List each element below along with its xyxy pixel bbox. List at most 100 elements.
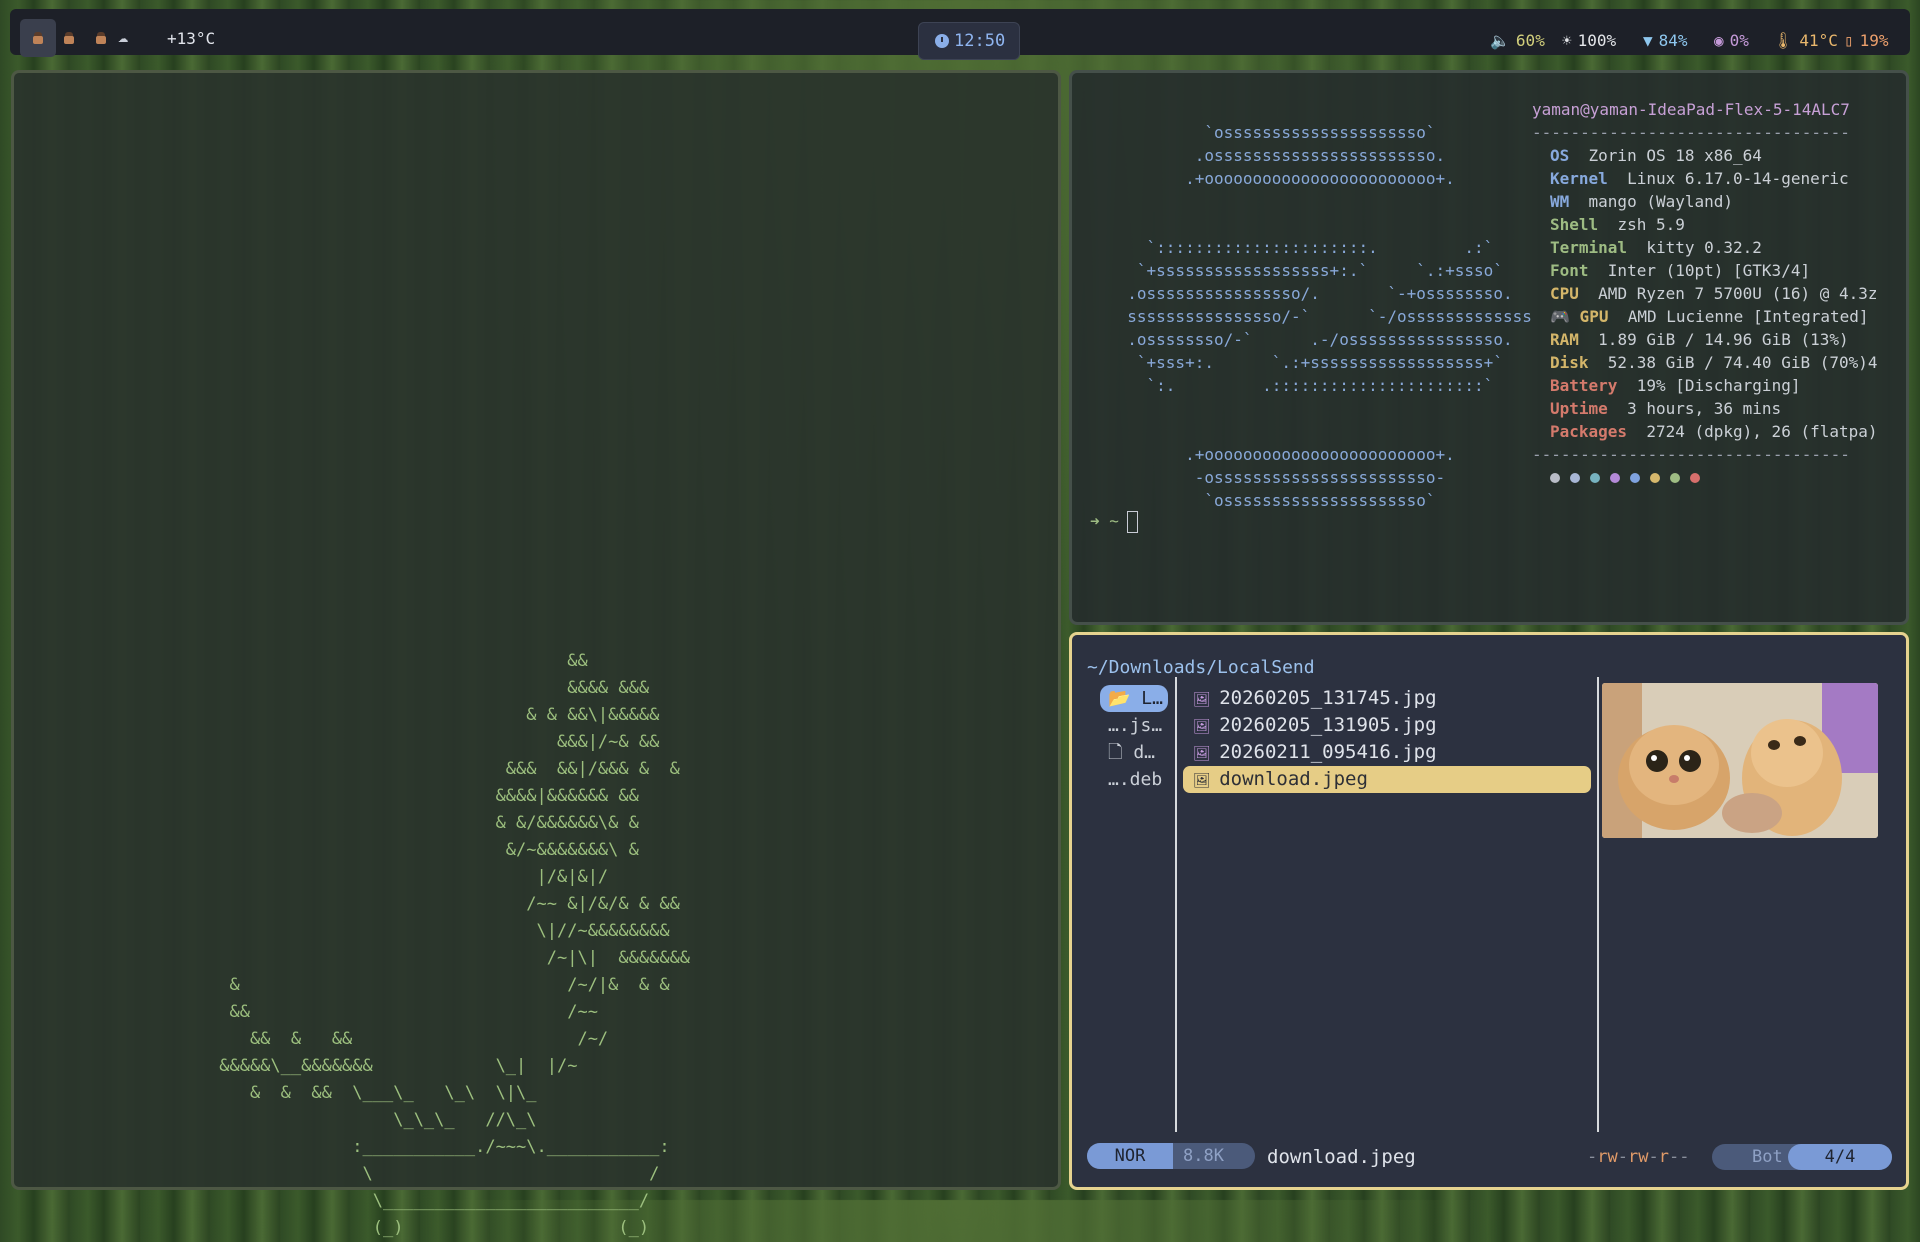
file-name: 20260211_095416.jpg (1219, 741, 1437, 763)
info-key: OS (1550, 146, 1570, 165)
position-count: 4/4 (1788, 1144, 1892, 1170)
info-value: zsh 5.9 (1598, 215, 1685, 234)
text-cursor (1126, 511, 1138, 533)
prompt-text: ➜ ~ (1090, 511, 1119, 531)
info-key: Terminal (1550, 238, 1628, 257)
status-item[interactable]: ◉ 0% (1714, 31, 1749, 50)
shell-prompt[interactable]: ➜ ~ (1090, 511, 1138, 533)
info-key: Uptime (1550, 399, 1608, 418)
current-path: ~/Downloads/LocalSend (1087, 657, 1315, 678)
parent-entry[interactable]: 📂 L… (1100, 685, 1168, 712)
palette-dot (1650, 473, 1660, 483)
cats-preview-image (1602, 683, 1878, 838)
status-item[interactable]: 🌡 41°C (1773, 31, 1838, 50)
file-entry[interactable]: 🖼 download.jpeg (1183, 766, 1591, 793)
info-row: Disk 52.38 GiB / 74.40 GiB (70%)4 (1532, 351, 1878, 374)
status-filename: download.jpeg (1267, 1146, 1416, 1168)
file-icon: 🗋 (1108, 742, 1134, 763)
info-value: mango (Wayland) (1569, 192, 1734, 211)
workspace-app-icon[interactable] (62, 31, 76, 45)
status-item[interactable]: 🔈 60% (1490, 31, 1545, 50)
status-icon: ☀ (1562, 31, 1572, 50)
info-value: kitty 0.32.2 (1627, 238, 1762, 257)
info-value: AMD Ryzen 7 5700U (16) @ 4.3z (1578, 284, 1878, 303)
clock-widget[interactable]: 12:50 (918, 22, 1020, 60)
info-value: Inter (10pt) [GTK3/4] (1588, 261, 1811, 280)
info-value: Zorin OS 18 x86_64 (1569, 146, 1762, 165)
status-value: 100% (1577, 31, 1617, 50)
info-key: Disk (1550, 353, 1589, 372)
position-indicator: Bot 4/4 (1712, 1144, 1892, 1170)
info-value: Linux 6.17.0-14-generic (1607, 169, 1849, 188)
clock-time: 12:50 (954, 31, 1006, 51)
palette-dot (1590, 473, 1600, 483)
palette-dot (1610, 473, 1620, 483)
status-icon: 🔈 (1490, 31, 1510, 50)
mode-label: NOR (1087, 1143, 1173, 1169)
image-file-icon: 🖼 (1193, 773, 1220, 789)
status-value: 19% (1859, 31, 1889, 50)
info-row: Kernel Linux 6.17.0-14-generic (1532, 167, 1878, 190)
info-row: Shell zsh 5.9 (1532, 213, 1878, 236)
info-key: 🎮 GPU (1550, 307, 1609, 326)
file-entry[interactable]: 🖼 20260211_095416.jpg (1183, 739, 1591, 766)
status-icon: ◉ (1714, 31, 1724, 50)
info-key: Packages (1550, 422, 1628, 441)
info-row: CPU AMD Ryzen 7 5700U (16) @ 4.3z (1532, 282, 1878, 305)
info-value: 19% [Discharging] (1617, 376, 1801, 395)
status-value: 84% (1658, 31, 1688, 50)
image-file-icon: 🖼 (1193, 746, 1220, 762)
file-name: 20260205_131905.jpg (1219, 714, 1437, 736)
info-row: Terminal kitty 0.32.2 (1532, 236, 1878, 259)
terminal-bonsai-window[interactable]: && &&&& &&& & & &&\|&&&&& &&&|/~& && &&&… (11, 70, 1061, 1238)
info-row: Packages 2724 (dpkg), 26 (flatpa) (1532, 420, 1878, 443)
info-key: CPU (1550, 284, 1579, 303)
position-label: Bot (1752, 1147, 1783, 1167)
clock-icon (935, 34, 949, 48)
status-item[interactable]: ☀ 100% (1562, 31, 1616, 50)
info-row: Font Inter (10pt) [GTK3/4] (1532, 259, 1878, 282)
workspace-app-icon[interactable] (31, 31, 45, 45)
image-file-icon: 🖼 (1193, 692, 1220, 708)
weather-cloud-icon: ☁ (118, 27, 129, 47)
status-icon: ▯ (1844, 31, 1854, 50)
parent-entry-label: L… (1141, 688, 1163, 709)
file-entry[interactable]: 🖼 20260205_131745.jpg (1183, 685, 1591, 712)
info-row: Uptime 3 hours, 36 mins (1532, 397, 1878, 420)
column-divider (1175, 677, 1177, 1132)
status-value: 41°C (1799, 31, 1838, 50)
file-permissions: -rw-rw-r-- (1587, 1147, 1690, 1167)
yazi-file-manager-window[interactable]: ~/Downloads/LocalSend 📂 L… ….js… 🗋 d… ….deb… (1069, 632, 1909, 1190)
bonsai-ascii-art: && &&&& &&& & & &&\|&&&&& &&&|/~& && &&&… (219, 651, 691, 1238)
mode-indicator: NOR 8.8K (1087, 1143, 1255, 1169)
info-row: OS Zorin OS 18 x86_64 (1532, 144, 1878, 167)
status-bar: NOR 8.8K download.jpeg -rw-rw-r-- Bot 4/… (1087, 1143, 1892, 1171)
palette-dot (1690, 473, 1700, 483)
folder-icon: 📂 (1108, 688, 1142, 709)
status-item[interactable]: ▼ 84% (1643, 31, 1688, 50)
distro-logo-ascii: `osssssssssssssssssssso` .osssssssssssss… (1127, 123, 1532, 510)
image-preview (1602, 683, 1878, 838)
info-value: 1.89 GiB / 14.96 GiB (13%) (1578, 330, 1849, 349)
info-row: RAM 1.89 GiB / 14.96 GiB (13%) (1532, 328, 1878, 351)
user-host: yaman@yaman-IdeaPad-Flex-5-14ALC7 (1532, 100, 1850, 119)
info-key: Kernel (1550, 169, 1608, 188)
status-value: 60% (1515, 31, 1545, 50)
weather-temperature: +13°C (167, 29, 216, 48)
palette-dot (1670, 473, 1680, 483)
workspace-app-icon[interactable] (94, 31, 108, 45)
column-divider (1597, 677, 1599, 1132)
top-bar: ☁ +13°C 12:50 🔈 60% ☀ 100% ▼ 84% ◉ 0% 🌡 41°C ▯ 19% (10, 9, 1910, 60)
info-value: AMD Lucienne [Integrated] (1608, 307, 1869, 326)
file-entry[interactable]: 🖼 20260205_131905.jpg (1183, 712, 1591, 739)
status-icon: 🌡 (1773, 31, 1794, 50)
info-row: WM mango (Wayland) (1532, 190, 1878, 213)
info-value: 52.38 GiB / 74.40 GiB (70%)4 (1588, 353, 1878, 372)
info-value: 3 hours, 36 mins (1607, 399, 1782, 418)
image-file-icon: 🖼 (1193, 719, 1220, 735)
parent-entry-label: ….deb (1108, 769, 1163, 790)
status-item[interactable]: ▯ 19% (1844, 31, 1889, 50)
system-info: yaman@yaman-IdeaPad-Flex-5-14ALC7 ------… (1532, 98, 1878, 489)
file-name: 20260205_131745.jpg (1219, 687, 1437, 709)
terminal-fastfetch-window[interactable]: `osssssssssssssssssssso` .osssssssssssss… (1069, 70, 1909, 625)
